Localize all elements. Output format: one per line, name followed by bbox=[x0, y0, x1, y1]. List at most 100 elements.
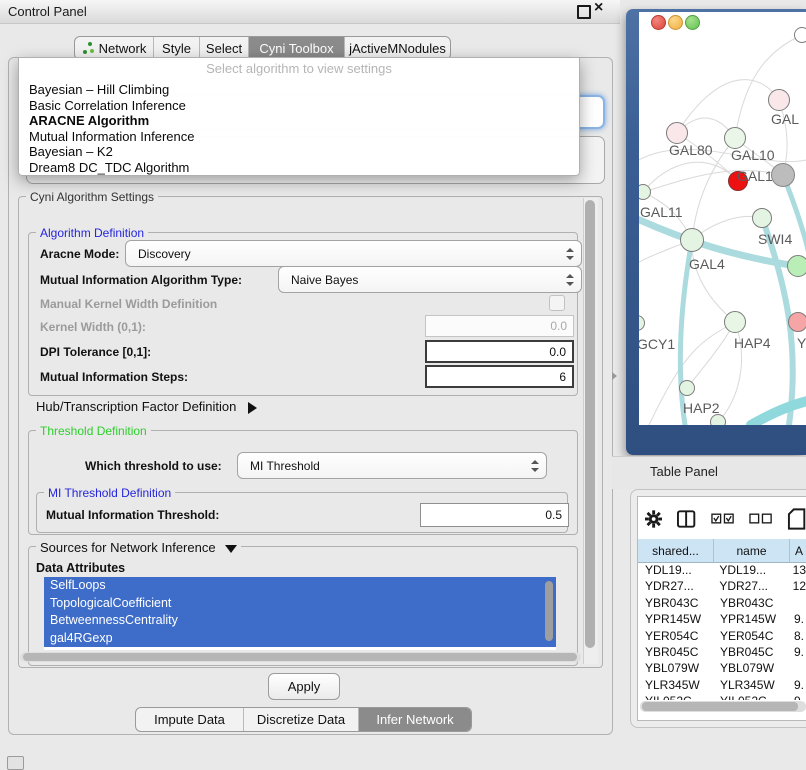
hub-definition-toggle[interactable]: Hub/Transcription Factor Definition bbox=[36, 399, 257, 414]
node-label-hap2: HAP2 bbox=[683, 400, 720, 416]
table-row[interactable]: YER054CYER054C8. bbox=[638, 628, 806, 644]
mi-threshold-field[interactable]: 0.5 bbox=[420, 503, 569, 527]
bottom-tab-impute-data[interactable]: Impute Data bbox=[136, 708, 244, 731]
node-label-y: Y bbox=[797, 335, 806, 351]
table-row[interactable]: YDL19...YDL19...13 bbox=[638, 562, 806, 578]
apply-button[interactable]: Apply bbox=[268, 673, 340, 700]
mi-threshold-title: MI Threshold Definition bbox=[44, 486, 175, 500]
network-node[interactable] bbox=[666, 122, 688, 144]
horizontal-scrollbar[interactable] bbox=[20, 652, 581, 662]
table-cell: 9. bbox=[790, 644, 804, 660]
aracne-mode-label: Aracne Mode: bbox=[40, 247, 119, 261]
which-threshold-combobox[interactable]: MI Threshold bbox=[237, 452, 547, 479]
algorithm-dropdown-menu: Select algorithm to view settings Bayesi… bbox=[18, 57, 580, 176]
aracne-mode-value: Discovery bbox=[138, 247, 191, 261]
table-header: shared... name A bbox=[638, 539, 806, 563]
minimized-panel-icon[interactable] bbox=[7, 756, 24, 770]
column-header-shared[interactable]: shared... bbox=[638, 539, 714, 562]
network-node[interactable] bbox=[794, 27, 806, 43]
tab-label: Impute Data bbox=[154, 712, 225, 727]
manual-kernel-checkbox[interactable] bbox=[549, 295, 565, 311]
table-cell: YBL079W bbox=[638, 660, 714, 676]
manual-kernel-label: Manual Kernel Width Definition bbox=[40, 297, 217, 311]
checked-pair-icon[interactable] bbox=[711, 513, 734, 525]
table-cell: 9. bbox=[790, 611, 804, 627]
table-body: YDL19...YDL19...13YDR27...YDR27...12YBR0… bbox=[638, 562, 806, 700]
node-label-swi4: SWI4 bbox=[758, 231, 792, 247]
node-label-gal80: GAL80 bbox=[669, 142, 713, 158]
cyni-settings-title: Cyni Algorithm Settings bbox=[26, 190, 158, 204]
algorithm-option-mutual-information-inference[interactable]: Mutual Information Inference bbox=[19, 129, 579, 145]
table-horizontal-scrollbar[interactable] bbox=[640, 701, 806, 712]
algorithm-option-dream8-dc-tdc-algorithm[interactable]: Dream8 DC_TDC Algorithm bbox=[19, 160, 579, 176]
float-icon[interactable] bbox=[577, 5, 591, 19]
dropdown-placeholder: Select algorithm to view settings bbox=[19, 58, 579, 82]
attribute-item-gal4rgexp[interactable]: gal4RGexp bbox=[44, 630, 556, 648]
table-cell: 9. bbox=[790, 693, 804, 700]
horizontal-scrollbar-thumb[interactable] bbox=[23, 653, 577, 661]
mi-steps-field[interactable]: 6 bbox=[425, 365, 574, 388]
algorithm-option-bayesian-k2[interactable]: Bayesian – K2 bbox=[19, 144, 579, 160]
unchecked-pair-icon[interactable] bbox=[749, 513, 772, 525]
network-node[interactable] bbox=[787, 255, 806, 277]
dpi-tolerance-label: DPI Tolerance [0,1]: bbox=[40, 345, 151, 359]
tab-network[interactable]: Network bbox=[75, 37, 154, 59]
table-cell bbox=[790, 595, 794, 611]
table-cell: 9. bbox=[790, 677, 804, 693]
mi-type-label: Mutual Information Algorithm Type: bbox=[40, 273, 242, 287]
network-node[interactable] bbox=[724, 127, 746, 149]
list-scrollbar-thumb[interactable] bbox=[545, 581, 553, 641]
network-node[interactable] bbox=[771, 163, 795, 187]
tab-style[interactable]: Style bbox=[154, 37, 200, 59]
algorithm-option-basic-correlation-inference[interactable]: Basic Correlation Inference bbox=[19, 98, 579, 114]
attribute-item-selfloops[interactable]: SelfLoops bbox=[44, 577, 556, 595]
tab-cyni-toolbox[interactable]: Cyni Toolbox bbox=[249, 37, 345, 59]
algorithm-option-aracne-algorithm[interactable]: ARACNE Algorithm bbox=[19, 113, 579, 129]
column-header-name[interactable]: name bbox=[714, 539, 790, 562]
sources-title-wrap[interactable]: Sources for Network Inference bbox=[36, 540, 241, 555]
tab-select[interactable]: Select bbox=[200, 37, 249, 59]
table-row[interactable]: YBR043CYBR043C bbox=[638, 595, 806, 611]
algorithm-option-bayesian-hill-climbing[interactable]: Bayesian – Hill Climbing bbox=[19, 82, 579, 98]
splitter-arrow-icon[interactable] bbox=[612, 372, 617, 380]
split-columns-icon[interactable] bbox=[677, 510, 695, 528]
bottom-tab-discretize-data[interactable]: Discretize Data bbox=[244, 708, 359, 731]
table-row[interactable]: YBL079WYBL079W bbox=[638, 660, 806, 676]
network-node[interactable] bbox=[679, 380, 695, 396]
kernel-width-field[interactable]: 0.0 bbox=[425, 315, 574, 337]
tab-jactivemnodules[interactable]: jActiveMNodules bbox=[345, 37, 450, 59]
table-horizontal-scrollbar-thumb[interactable] bbox=[642, 702, 798, 711]
network-node[interactable] bbox=[788, 312, 806, 332]
table-row[interactable]: YPR145WYPR145W9. bbox=[638, 611, 806, 627]
network-node[interactable] bbox=[724, 311, 746, 333]
network-canvas[interactable]: GALGAL80GAL10GAL1GAL11SWI4GAL4GCY1HAP4YH… bbox=[639, 12, 806, 425]
settings-scrollbar-thumb[interactable] bbox=[585, 200, 595, 648]
network-node[interactable] bbox=[752, 208, 772, 228]
bottom-tab-infer-network[interactable]: Infer Network bbox=[359, 708, 471, 731]
settings-gear-icon[interactable] bbox=[645, 510, 662, 528]
table-row[interactable]: YIL052CYIL052C9. bbox=[638, 693, 806, 700]
data-attributes-list[interactable]: SelfLoopsTopologicalCoefficientBetweenne… bbox=[44, 577, 556, 650]
attribute-item-topologicalcoefficient[interactable]: TopologicalCoefficient bbox=[44, 595, 556, 613]
aracne-mode-combobox[interactable]: Discovery bbox=[125, 240, 582, 267]
network-node[interactable] bbox=[680, 228, 704, 252]
table-cell: 8. bbox=[790, 628, 804, 644]
dpi-tolerance-field[interactable]: 0.0 bbox=[425, 340, 574, 363]
table-row[interactable]: YBR045CYBR045C9. bbox=[638, 644, 806, 660]
bottom-tabs: Impute Data Discretize DataInfer Network bbox=[135, 707, 472, 732]
close-icon[interactable]: × bbox=[594, 0, 603, 17]
network-node[interactable] bbox=[768, 89, 790, 111]
mi-steps-label: Mutual Information Steps: bbox=[40, 370, 188, 384]
control-panel-title: Control Panel bbox=[8, 4, 87, 19]
column-header-partial[interactable]: A bbox=[790, 539, 806, 562]
table-row[interactable]: YLR345WYLR345W9. bbox=[638, 677, 806, 693]
table-cell: YPR145W bbox=[638, 611, 714, 627]
partial-table-icon[interactable] bbox=[787, 508, 806, 530]
algorithm-definition-title: Algorithm Definition bbox=[36, 226, 148, 240]
attribute-item-betweennesscentrality[interactable]: BetweennessCentrality bbox=[44, 612, 556, 630]
table-row[interactable]: YDR27...YDR27...12 bbox=[638, 578, 806, 594]
table-cell: 12 bbox=[789, 578, 806, 594]
mi-type-combobox[interactable]: Naive Bayes bbox=[278, 266, 582, 293]
data-attributes-label: Data Attributes bbox=[36, 561, 125, 575]
table-panel-title: Table Panel bbox=[650, 464, 718, 479]
